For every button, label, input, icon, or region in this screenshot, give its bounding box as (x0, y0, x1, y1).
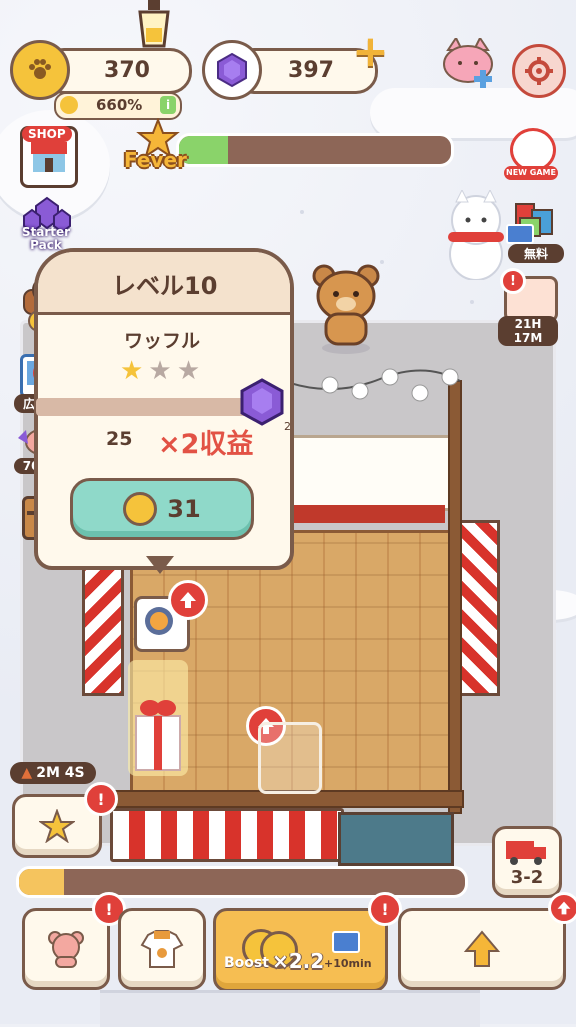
gem-icon (240, 378, 284, 426)
shop-wall-stripe (285, 505, 445, 523)
shop-pole-right (448, 380, 462, 814)
video-ad-icon (332, 931, 360, 953)
boost-button[interactable]: Boost ×2.2 +10min (213, 908, 388, 992)
carrot-icon: ▲ (21, 765, 33, 781)
stage-progress-fill (19, 869, 64, 895)
video-ad-icon (506, 224, 534, 244)
free-label: 無料 (508, 244, 564, 263)
teddy-bear-icon (48, 931, 84, 968)
settings-button[interactable] (512, 44, 566, 98)
alert-badge: ! (368, 892, 402, 926)
shop-counter (338, 812, 454, 866)
upgrade-arrow-icon[interactable] (168, 580, 208, 620)
fever-label: Fever (124, 148, 187, 172)
empty-station-slot[interactable] (258, 722, 322, 794)
gear-icon (525, 57, 553, 85)
stage-button[interactable]: 3-2 (492, 826, 562, 898)
starter-pack-button[interactable]: Starter Pack (18, 196, 76, 256)
shirt-icon (140, 930, 184, 968)
coin-rate: 660% (96, 96, 143, 114)
rate-coin-icon (60, 96, 78, 114)
star-icon (39, 809, 75, 843)
delivery-truck-icon (506, 840, 546, 865)
shop-back-wall (285, 435, 451, 511)
street (100, 990, 480, 1027)
double-income-label: ×2収益 (158, 429, 254, 460)
coin-rate-pill: 660% i (54, 92, 182, 120)
bottom-timer-text: 2M 4S (36, 765, 85, 781)
event-timer: 21H 17M (498, 316, 558, 346)
new-game-button[interactable]: NEW GAME (504, 126, 558, 182)
outfit-button[interactable] (118, 908, 206, 990)
coin-amount: 370 (104, 58, 150, 83)
popup-header: レベル10 (38, 252, 290, 315)
info-icon[interactable]: i (160, 96, 176, 114)
popup-pointer (146, 556, 174, 574)
alert-badge: ! (84, 782, 118, 816)
upgrade-buy-button[interactable]: 31 (70, 478, 254, 540)
add-gems-button[interactable]: + (352, 30, 389, 74)
street-lamp (138, 0, 170, 48)
item-count: 25 (106, 428, 133, 450)
up-arrow-icon (463, 930, 501, 967)
new-game-label: NEW GAME (504, 166, 558, 180)
front-awning (110, 808, 344, 862)
popup-level-title: レベル10 (112, 272, 218, 300)
star-icon: ★ (176, 356, 201, 386)
stage-progress-bar (16, 866, 468, 898)
free-gift-button[interactable]: 無料 (502, 198, 564, 263)
boost-time: +10min (324, 957, 372, 970)
upgrade-up-button[interactable] (398, 908, 566, 990)
stage-label: 3-2 (510, 866, 544, 888)
bottom-timer: ▲ 2M 4S (10, 762, 96, 784)
boost-label: Boost (224, 955, 269, 971)
right-awning (458, 520, 500, 696)
star-icon: ★ (148, 356, 172, 386)
star-icon: ★ (120, 356, 144, 386)
item-name: ワッフル (124, 330, 201, 352)
star-rating: ★ ★ ★ (120, 358, 200, 384)
event-alert-badge: ! (500, 268, 526, 294)
gem-reward-count: 2 (284, 420, 291, 433)
gem-icon (202, 40, 262, 100)
boost-multiplier: ×2.2 (272, 949, 325, 973)
popup-divider-bar (36, 398, 266, 416)
shop-label: SHOP (22, 126, 72, 142)
gift-station-glow[interactable] (128, 660, 188, 776)
fever-progress-bar (176, 133, 454, 167)
gift-box-icon (135, 700, 181, 771)
paw-coin-icon (10, 40, 70, 100)
bear-character[interactable] (310, 262, 382, 354)
shop-icon (31, 142, 67, 172)
string-lights (290, 368, 461, 402)
paw-coin-icon (123, 492, 158, 526)
cat-friend-button[interactable] (440, 38, 496, 96)
upgrade-arrow-icon[interactable] (548, 892, 576, 924)
upgrade-price: 31 (167, 495, 201, 523)
